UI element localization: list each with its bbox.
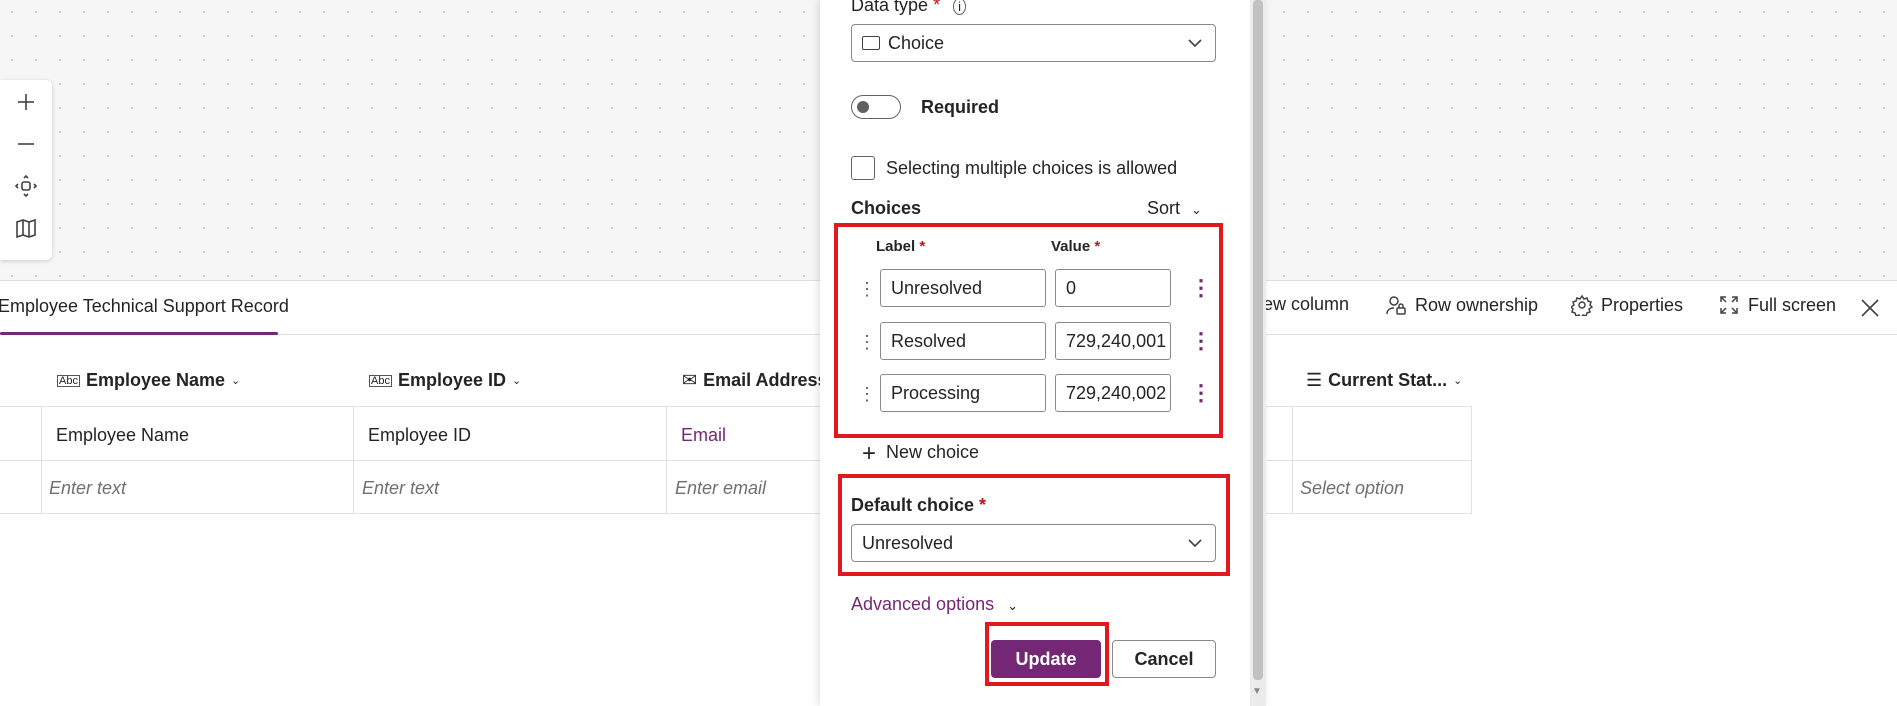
- zoom-out-button[interactable]: [10, 128, 42, 160]
- sort-label: Sort: [1147, 198, 1181, 218]
- column-header-label: Email Address: [703, 370, 828, 390]
- grid-line: [666, 406, 667, 514]
- column-header-email-address[interactable]: ✉ Email Address: [682, 370, 827, 391]
- fit-view-button[interactable]: [10, 170, 42, 202]
- column-header-label: Current Stat...: [1328, 370, 1448, 390]
- chevron-down-icon: ⌄: [231, 375, 241, 387]
- multiple-choices-label: Selecting multiple choices is allowed: [886, 158, 1178, 178]
- zoom-in-icon: [18, 94, 34, 110]
- new-column-label: ew column: [1263, 294, 1350, 314]
- choice-type-icon: ☰: [1306, 370, 1323, 390]
- required-label: Required: [921, 97, 1000, 117]
- zoom-out-icon: [18, 143, 34, 145]
- required-toggle[interactable]: [851, 95, 901, 119]
- zoom-in-button[interactable]: [10, 86, 42, 118]
- close-button[interactable]: [1858, 296, 1882, 320]
- new-choice-button[interactable]: + New choice: [862, 440, 979, 468]
- table-cell[interactable]: Email: [681, 425, 726, 446]
- canvas-zoom-toolbar: [0, 80, 52, 260]
- row-ownership-button[interactable]: Row ownership: [1385, 294, 1538, 316]
- new-row-input[interactable]: Select option: [1300, 478, 1404, 499]
- person-lock-icon: [1386, 296, 1406, 315]
- scrollbar-thumb[interactable]: [1253, 0, 1263, 680]
- new-row-input[interactable]: Enter email: [675, 478, 766, 499]
- plus-icon: +: [862, 440, 877, 467]
- chevron-down-icon: ⌄: [512, 375, 522, 387]
- advanced-options-label: Advanced options: [851, 594, 995, 614]
- chevron-down-icon: ⌄: [1453, 375, 1463, 387]
- sort-button[interactable]: Sort ⌄: [1147, 198, 1202, 219]
- data-type-value: Choice: [888, 32, 945, 53]
- grid-line: [1471, 406, 1472, 514]
- grid-line: [353, 406, 354, 514]
- new-row-input[interactable]: Enter text: [49, 478, 126, 499]
- full-screen-icon: [1720, 296, 1738, 314]
- grid-line: [1292, 406, 1293, 514]
- data-type-select[interactable]: Choice: [851, 24, 1216, 62]
- column-header-employee-id[interactable]: Abc Employee ID ⌄: [369, 370, 521, 391]
- choices-heading: Choices: [851, 198, 922, 218]
- column-header-employee-name[interactable]: Abc Employee Name ⌄: [57, 370, 240, 391]
- new-column-button[interactable]: ew column: [1263, 294, 1349, 315]
- full-screen-label: Full screen: [1748, 294, 1837, 315]
- advanced-options-toggle[interactable]: Advanced options ⌄: [851, 594, 1018, 615]
- minimap-button[interactable]: [10, 212, 42, 244]
- table-cell[interactable]: Employee ID: [368, 425, 471, 446]
- info-icon[interactable]: i: [953, 0, 966, 15]
- column-header-label: Employee Name: [85, 370, 226, 390]
- email-type-icon: ✉: [682, 370, 698, 390]
- chevron-down-icon: ⌄: [1007, 598, 1019, 613]
- active-tab-indicator: [0, 332, 278, 335]
- table-tab-title[interactable]: Employee Technical Support Record: [0, 296, 289, 317]
- chevron-down-icon: [1188, 39, 1202, 48]
- data-type-label: Data type * i: [851, 0, 966, 16]
- column-header-label: Employee ID: [397, 370, 507, 390]
- chevron-down-icon: ⌄: [1191, 202, 1202, 217]
- properties-label: Properties: [1601, 294, 1684, 315]
- fit-view-icon: [15, 175, 37, 197]
- grid-line: [41, 406, 42, 514]
- row-ownership-label: Row ownership: [1415, 294, 1539, 315]
- scroll-down-arrow-icon[interactable]: ▼: [1252, 686, 1262, 697]
- multiple-choices-checkbox[interactable]: [851, 156, 875, 180]
- table-cell[interactable]: Employee Name: [56, 425, 189, 446]
- column-header-current-status[interactable]: ☰ Current Stat... ⌄: [1306, 370, 1462, 391]
- text-type-icon: Abc: [369, 374, 392, 387]
- new-row-input[interactable]: Enter text: [362, 478, 439, 499]
- close-icon: [1861, 299, 1879, 317]
- gear-icon: [1571, 294, 1593, 316]
- cancel-button[interactable]: Cancel: [1112, 640, 1216, 678]
- highlight-update-button-box: [985, 622, 1109, 686]
- highlight-choices-box: [834, 223, 1223, 438]
- properties-button[interactable]: Properties: [1571, 294, 1683, 316]
- choice-type-icon: [862, 36, 880, 50]
- new-choice-label: New choice: [886, 442, 980, 462]
- highlight-default-choice-box: [838, 474, 1230, 576]
- full-screen-button[interactable]: Full screen: [1718, 294, 1836, 316]
- map-icon: [16, 218, 36, 239]
- text-type-icon: Abc: [57, 374, 80, 387]
